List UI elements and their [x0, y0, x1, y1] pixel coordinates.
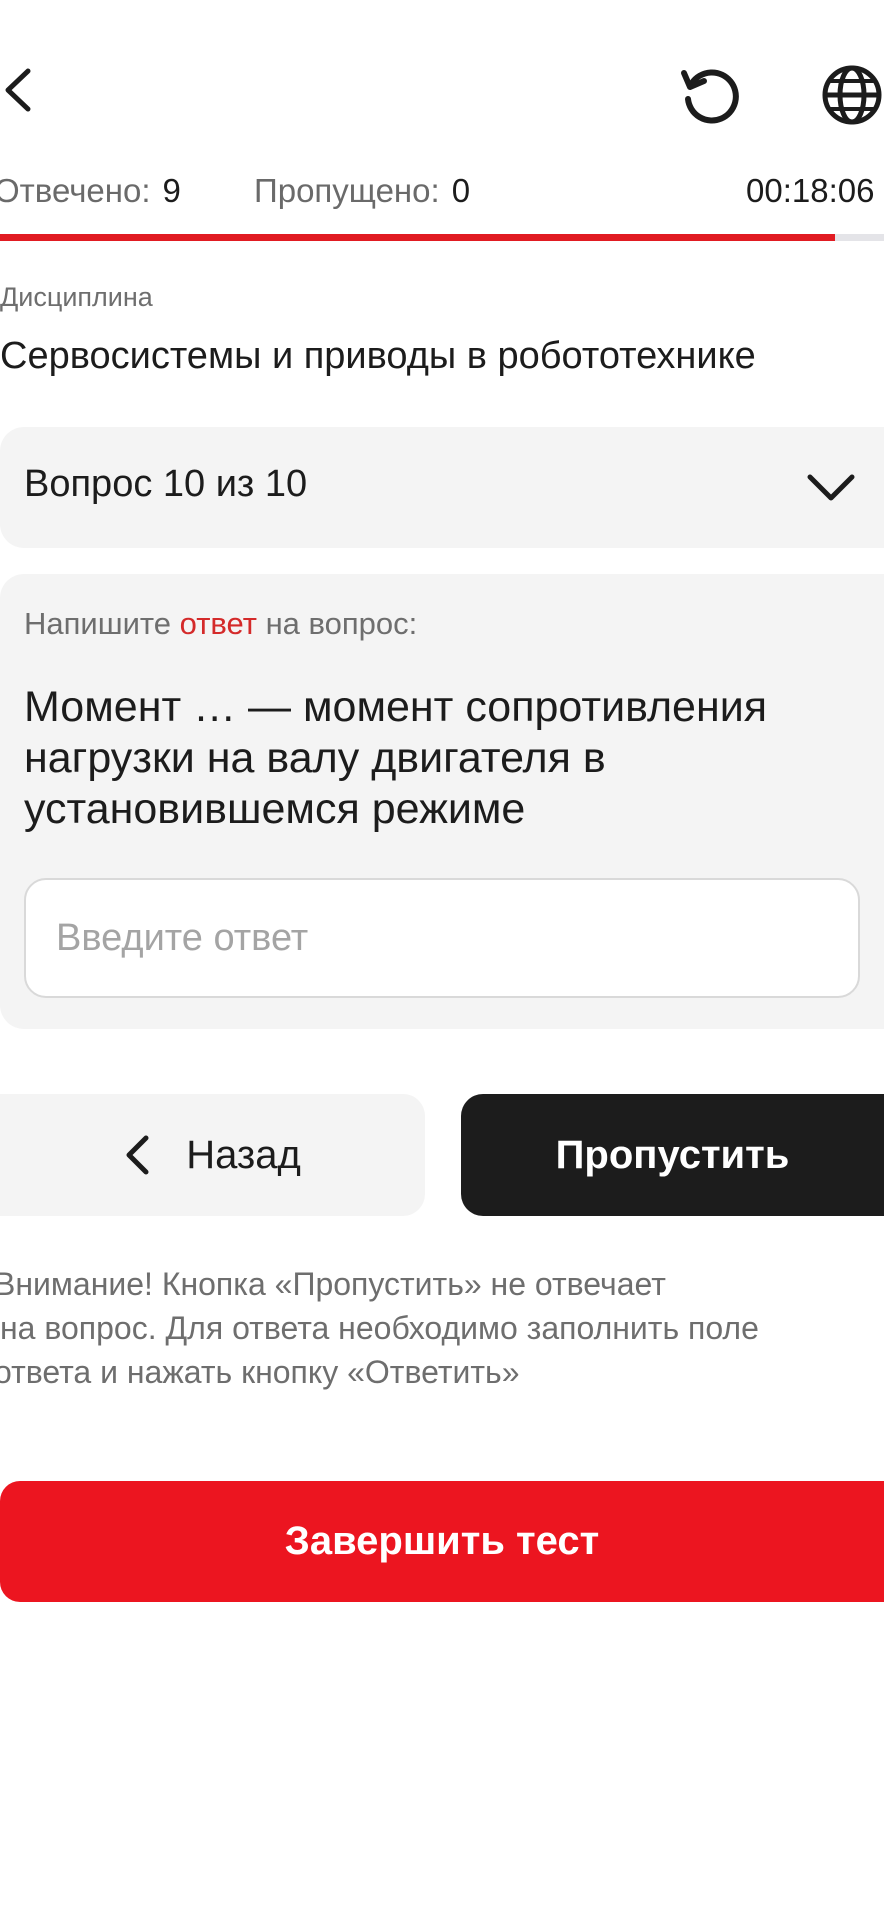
skip-label: Пропустить	[555, 1132, 790, 1177]
chevron-down-icon	[807, 474, 855, 501]
finish-test-label: Завершить тест	[284, 1519, 600, 1563]
back-nav-button[interactable]: Назад	[0, 1094, 425, 1216]
question-selector-label: Вопрос 10 из 10	[24, 463, 308, 505]
globe-icon	[822, 65, 882, 125]
chevron-left-icon	[5, 68, 31, 112]
warning-line-1: Внимание! Кнопка «Пропустить» не отвечае…	[0, 1266, 666, 1302]
skipped-label: Пропущено:	[254, 172, 440, 209]
progress-bar	[0, 234, 884, 241]
language-button[interactable]	[816, 57, 884, 133]
answered-value: 9	[162, 172, 181, 209]
warning-line-3: ответа и нажать кнопку «Ответить»	[0, 1354, 520, 1390]
warning-line-2: на вопрос. Для ответа необходимо заполни…	[0, 1310, 759, 1346]
progress-fill	[0, 234, 836, 241]
skipped-counter: Пропущено: 0	[254, 172, 470, 210]
finish-test-button[interactable]: Завершить тест	[0, 1481, 884, 1602]
discipline-title: Сервосистемы и приводы в робототехнике	[0, 335, 756, 377]
prompt-after: на вопрос:	[265, 606, 418, 641]
prompt-before: Напишите	[24, 606, 172, 641]
answered-counter: Отвечено: 9	[0, 172, 181, 210]
question-text: Момент … — момент сопротивления нагрузки…	[24, 683, 768, 833]
timer: 00:18:06	[746, 172, 875, 209]
chevron-left-icon	[126, 1135, 149, 1175]
answer-input[interactable]	[24, 878, 860, 998]
question-prompt: Напишите ответ на вопрос:	[24, 606, 417, 642]
back-button[interactable]	[0, 55, 60, 125]
reset-icon	[681, 69, 739, 124]
warning-text: Внимание! Кнопка «Пропустить» не отвечае…	[0, 1262, 884, 1394]
reset-button[interactable]	[670, 57, 750, 133]
question-selector[interactable]: Вопрос 10 из 10	[0, 427, 884, 548]
discipline-label: Дисциплина	[0, 282, 153, 312]
back-nav-label: Назад	[186, 1132, 301, 1177]
skipped-value: 0	[451, 172, 471, 209]
question-card: Напишите ответ на вопрос: Момент … — мом…	[0, 574, 884, 1029]
prompt-accent: ответ	[179, 606, 257, 641]
skip-button[interactable]: Пропустить	[461, 1094, 884, 1216]
answered-label: Отвечено:	[0, 172, 151, 209]
